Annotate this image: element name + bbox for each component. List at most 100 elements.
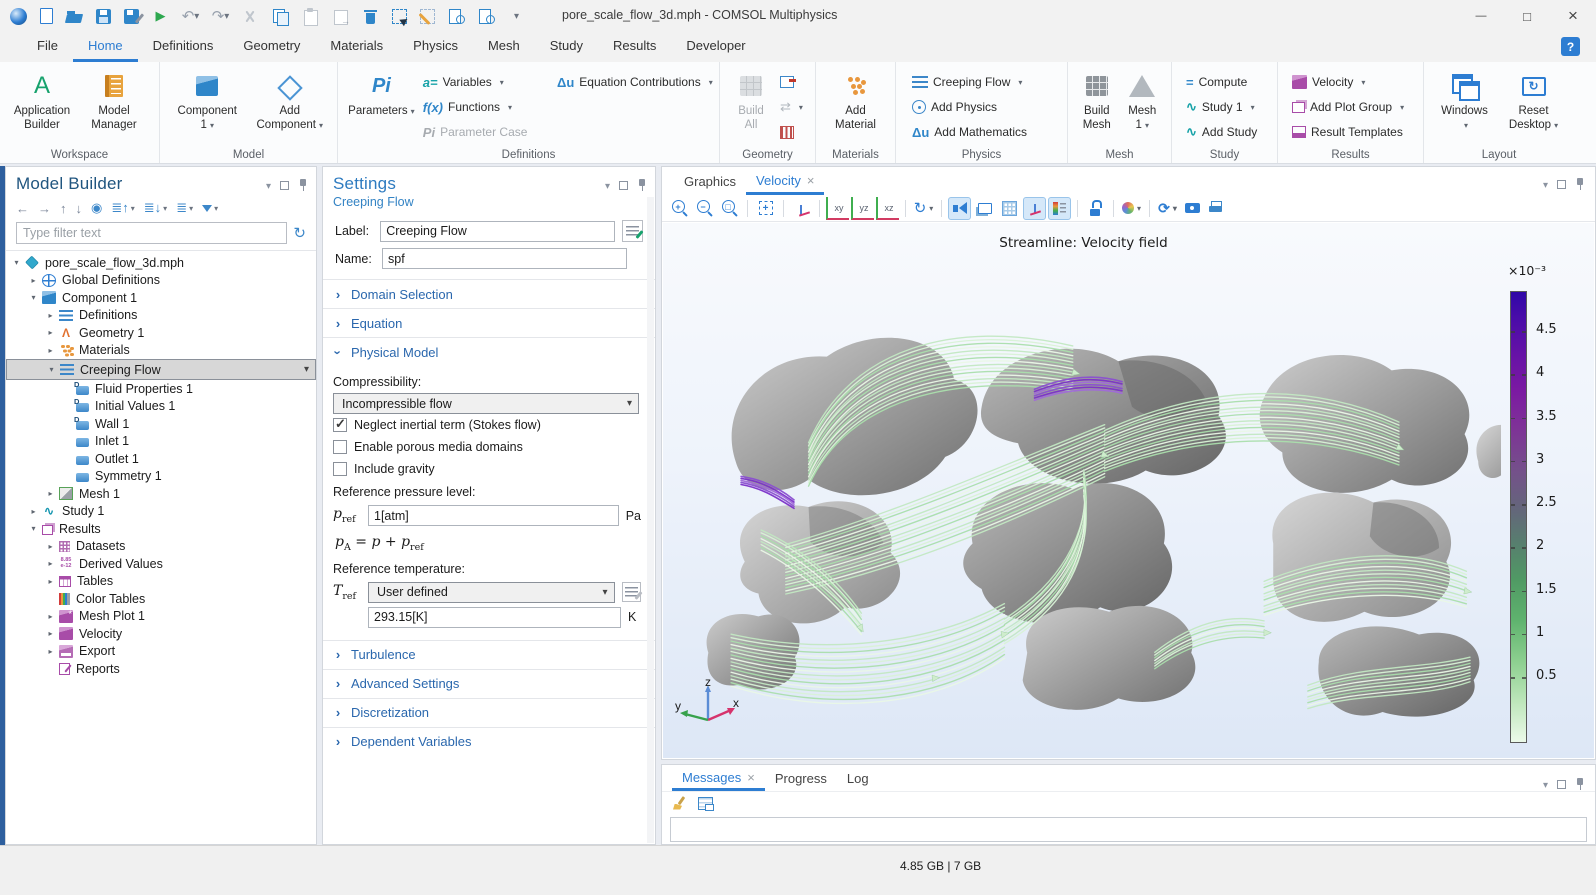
menu-file[interactable]: File xyxy=(22,32,73,62)
close-tab-icon[interactable] xyxy=(807,173,815,188)
message-table-icon[interactable] xyxy=(698,797,713,810)
environment-reflections-icon[interactable] xyxy=(973,197,996,220)
tree-node-symmetry-1[interactable]: Symmetry 1 xyxy=(6,468,316,486)
tree-node-outlet-1[interactable]: Outlet 1 xyxy=(6,450,316,468)
tree-node-materials[interactable]: ▸Materials xyxy=(6,342,316,360)
tree-collapsed-arrow-icon[interactable]: ▸ xyxy=(44,559,57,568)
save-as-icon[interactable] xyxy=(124,9,139,24)
tree-collapsed-arrow-icon[interactable]: ▸ xyxy=(44,328,57,337)
new-file-icon[interactable] xyxy=(40,8,53,24)
menu-study[interactable]: Study xyxy=(535,32,598,62)
add-plot-group-button[interactable]: Add Plot Group xyxy=(1288,96,1408,118)
reference-pressure-input[interactable] xyxy=(368,505,619,526)
tree-node-mesh-plot-1[interactable]: ▸Mesh Plot 1 xyxy=(6,608,316,626)
checkbox-unchecked-icon[interactable] xyxy=(333,440,347,454)
virtual-operations-button[interactable] xyxy=(776,121,807,143)
tree-collapsed-arrow-icon[interactable]: ▸ xyxy=(27,276,40,285)
tab-velocity[interactable]: Velocity xyxy=(746,168,824,195)
move-up-icon[interactable]: ↑ xyxy=(60,201,67,216)
color-legend-icon[interactable] xyxy=(1048,197,1071,220)
tree-expanded-arrow-icon[interactable]: ▾ xyxy=(10,258,23,267)
app-logo-icon[interactable] xyxy=(10,8,27,25)
menu-definitions[interactable]: Definitions xyxy=(138,32,229,62)
compressibility-select[interactable]: Incompressible flow xyxy=(333,393,639,414)
tree-collapsed-arrow-icon[interactable]: ▸ xyxy=(44,542,57,551)
component-1-button[interactable]: Component1 xyxy=(171,67,243,132)
copy-icon[interactable] xyxy=(272,8,289,25)
menu-mesh[interactable]: Mesh xyxy=(473,32,535,62)
undo-icon[interactable]: ↶▾ xyxy=(182,8,199,25)
rotate-view-icon[interactable]: ↻ xyxy=(912,197,935,220)
pin-icon[interactable] xyxy=(1575,177,1585,191)
update-geometry-button[interactable]: ⇄ xyxy=(776,96,807,118)
minimize-button[interactable] xyxy=(1458,0,1504,32)
reference-temperature-select[interactable]: User defined xyxy=(368,582,615,603)
compute-button[interactable]: =Compute xyxy=(1182,71,1261,93)
float-window-icon[interactable] xyxy=(619,181,628,190)
equation-contributions-button[interactable]: ΔuEquation Contributions xyxy=(553,71,713,93)
panel-menu-icon[interactable] xyxy=(266,178,271,192)
tree-node-results[interactable]: ▾Results xyxy=(6,520,316,538)
print-icon[interactable] xyxy=(1206,197,1229,220)
menu-results[interactable]: Results xyxy=(598,32,671,62)
tree-collapsed-arrow-icon[interactable]: ▸ xyxy=(44,489,57,498)
lock-axes-icon[interactable] xyxy=(1084,197,1107,220)
cut-icon[interactable] xyxy=(242,8,259,25)
checkbox-include-gravity[interactable]: Include gravity xyxy=(333,458,641,480)
tree-node-pore-scale-flow-3d-mph[interactable]: ▾pore_scale_flow_3d.mph xyxy=(6,254,316,272)
tree-collapsed-arrow-icon[interactable]: ▸ xyxy=(44,629,57,638)
delete-icon[interactable] xyxy=(362,8,379,25)
tree-node-color-tables[interactable]: Color Tables xyxy=(6,590,316,608)
tree-node-datasets[interactable]: ▸Datasets xyxy=(6,538,316,556)
add-material-button[interactable]: AddMaterial xyxy=(822,67,889,132)
maximize-button[interactable] xyxy=(1504,0,1550,32)
tree-node-creeping-flow[interactable]: ▾Creeping Flow xyxy=(6,359,316,380)
view-xz-icon[interactable]: xz xyxy=(876,197,899,220)
scene-light-icon[interactable] xyxy=(948,197,971,220)
tree-node-derived-values[interactable]: ▸Derived Values xyxy=(6,555,316,573)
zoom-box-icon[interactable] xyxy=(718,197,741,220)
pin-icon[interactable] xyxy=(637,178,647,192)
close-tab-icon[interactable] xyxy=(747,770,755,785)
tree-node-reports[interactable]: Reports xyxy=(6,660,316,678)
tree-node-velocity[interactable]: ▸Velocity xyxy=(6,625,316,643)
refresh-icon[interactable]: ↻ xyxy=(293,224,306,242)
checkbox-enable-porous-media-domains[interactable]: Enable porous media domains xyxy=(333,436,641,458)
sync-plot-icon[interactable]: ⟳ xyxy=(1156,197,1179,220)
add-study-button[interactable]: ∿Add Study xyxy=(1182,121,1261,143)
physics-interface-button[interactable]: Creeping Flow xyxy=(908,71,1031,93)
tab-graphics[interactable]: Graphics xyxy=(674,168,746,195)
tree-node-component-1[interactable]: ▾Component 1 xyxy=(6,289,316,307)
reset-desktop-button[interactable]: ↻ ResetDesktop xyxy=(1503,67,1565,132)
tree-collapsed-arrow-icon[interactable]: ▸ xyxy=(44,577,57,586)
functions-button[interactable]: f(x)Functions xyxy=(419,96,553,118)
section-discretization[interactable]: ›Discretization xyxy=(323,698,655,727)
pin-icon[interactable] xyxy=(298,178,308,192)
menu-geometry[interactable]: Geometry xyxy=(228,32,315,62)
find-icon[interactable] xyxy=(448,8,465,25)
menu-home[interactable]: Home xyxy=(73,32,138,62)
checkbox-unchecked-icon[interactable] xyxy=(333,462,347,476)
parameter-case-button[interactable]: PiParameter Case xyxy=(419,121,553,143)
float-window-icon[interactable] xyxy=(1557,180,1566,189)
view-yz-icon[interactable]: yz xyxy=(851,197,874,220)
build-mesh-button[interactable]: BuildMesh xyxy=(1074,67,1120,132)
panel-menu-icon[interactable] xyxy=(1543,777,1548,791)
float-window-icon[interactable] xyxy=(1557,780,1566,789)
tree-node-definitions[interactable]: ▸Definitions xyxy=(6,307,316,325)
view-xy-icon[interactable]: xy xyxy=(826,197,849,220)
menu-developer[interactable]: Developer xyxy=(671,32,760,62)
tab-log[interactable]: Log xyxy=(837,766,879,791)
default-view-icon[interactable] xyxy=(790,197,813,220)
tree-node-initial-values-1[interactable]: Initial Values 1 xyxy=(6,398,316,416)
result-templates-button[interactable]: Result Templates xyxy=(1288,121,1408,143)
tree-node-tables[interactable]: ▸Tables xyxy=(6,573,316,591)
section-equation[interactable]: ›Equation xyxy=(323,308,655,337)
checkbox-checked-icon[interactable] xyxy=(333,418,347,432)
temperature-input[interactable] xyxy=(368,607,621,628)
streamline-plot-canvas[interactable]: Streamline: Velocity field xyxy=(663,223,1594,758)
tree-expanded-arrow-icon[interactable]: ▾ xyxy=(45,365,58,374)
tree-node-geometry-1[interactable]: ▸Geometry 1 xyxy=(6,324,316,342)
close-button[interactable] xyxy=(1550,0,1596,32)
tree-node-global-definitions[interactable]: ▸Global Definitions xyxy=(6,272,316,290)
